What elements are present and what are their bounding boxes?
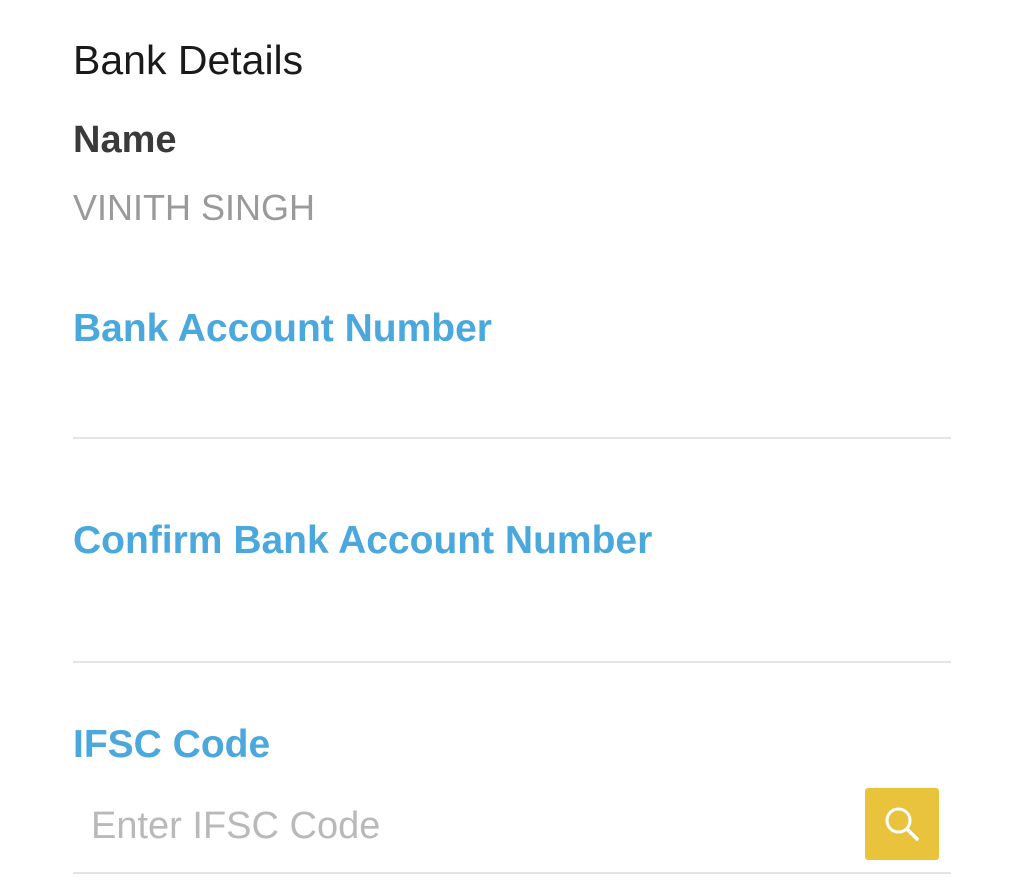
search-icon [882,804,922,844]
ifsc-code-underline [73,872,951,874]
account-number-label: Bank Account Number [73,307,492,350]
account-number-underline [73,437,951,439]
confirm-account-number-label: Confirm Bank Account Number [73,519,653,562]
name-value: VINITH SINGH [73,187,316,228]
ifsc-code-input[interactable] [91,795,841,857]
confirm-account-number-underline [73,661,951,663]
bank-details-page: Bank Details Name VINITH SINGH Bank Acco… [0,0,1024,882]
account-number-input[interactable] [73,370,951,432]
name-label: Name [73,119,177,161]
ifsc-search-button[interactable] [865,788,939,860]
section-title: Bank Details [73,37,304,83]
ifsc-code-label: IFSC Code [73,723,271,766]
confirm-account-number-input[interactable] [73,594,951,656]
